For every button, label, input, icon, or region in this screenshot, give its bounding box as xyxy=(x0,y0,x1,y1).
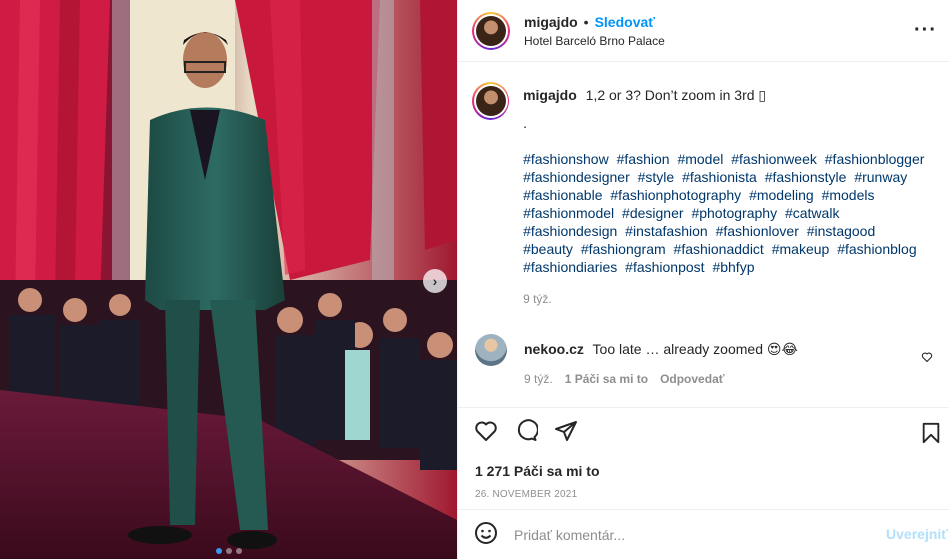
hashtag-link[interactable]: #fashionaddict xyxy=(674,241,764,257)
carousel-dot-1 xyxy=(215,548,222,554)
comment-icon[interactable] xyxy=(514,418,538,443)
add-comment-bar: Uverejniť xyxy=(458,509,949,559)
instagram-post: › migajdo • Sledovať Hotel Barceló Brno … xyxy=(0,0,949,559)
follow-button[interactable]: Sledovať xyxy=(595,14,655,30)
hashtag-link[interactable]: #fashionmodel xyxy=(523,205,614,221)
comment-heart-icon[interactable] xyxy=(921,350,933,366)
post-photo[interactable]: › xyxy=(0,0,457,559)
hashtag-link[interactable]: #fashiondesign xyxy=(523,223,617,239)
caption-time[interactable]: 9 týž. xyxy=(523,290,933,308)
runway-photo-illustration xyxy=(0,0,457,559)
hashtag-link[interactable]: #model xyxy=(677,151,723,167)
hashtag-link[interactable]: #fashionlover xyxy=(716,223,799,239)
post-comment-button[interactable]: Uverejniť xyxy=(886,526,948,542)
hashtag-link[interactable]: #photography xyxy=(691,205,777,221)
carousel-indicator xyxy=(0,548,457,554)
reply-button[interactable]: Odpovedať xyxy=(660,372,724,386)
location-link[interactable]: Hotel Barceló Brno Palace xyxy=(524,34,665,48)
hashtag-link[interactable]: #fashionphotography xyxy=(610,187,741,203)
hashtag-link[interactable]: #fashionshow xyxy=(523,151,609,167)
caption-dot: . xyxy=(523,115,527,131)
hashtag-link[interactable]: #fashionweek xyxy=(731,151,817,167)
share-icon[interactable] xyxy=(554,419,578,443)
hashtag-link[interactable]: #fashionblog xyxy=(837,241,916,257)
author-username[interactable]: migajdo xyxy=(524,14,578,30)
hashtag-link[interactable]: #runway xyxy=(854,169,907,185)
more-horizontal-icon[interactable]: ··· xyxy=(914,19,937,42)
comment-text: Too late … already zoomed 😍😂 xyxy=(592,341,798,357)
hashtag-link[interactable]: #instagood xyxy=(807,223,876,239)
caption-text: 1,2 or 3? Don’t zoom in 3rd ▯ xyxy=(585,87,767,103)
comment-input[interactable] xyxy=(514,526,854,543)
comment-time[interactable]: 9 týž. xyxy=(524,372,553,386)
hashtag-link[interactable]: #fashiondesigner xyxy=(523,169,630,185)
comment-item: nekoo.cz Too late … already zoomed 😍😂 9 … xyxy=(472,334,933,386)
heart-icon[interactable] xyxy=(474,419,498,443)
comments-area: migajdo 1,2 or 3? Don’t zoom in 3rd ▯ . … xyxy=(458,62,949,407)
hashtag-link[interactable]: #bhfyp xyxy=(712,259,754,275)
hashtag-link[interactable]: #instafashion xyxy=(625,223,708,239)
post-side-panel: migajdo • Sledovať Hotel Barceló Brno Pa… xyxy=(457,0,949,559)
hashtag-link[interactable]: #fashionpost xyxy=(625,259,704,275)
emoji-icon[interactable] xyxy=(474,521,498,548)
post-date: 26. NOVEMBER 2021 xyxy=(475,489,578,500)
action-bar xyxy=(458,407,949,453)
hashtag-link[interactable]: #fashionista xyxy=(682,169,757,185)
comment-username[interactable]: nekoo.cz xyxy=(524,341,584,357)
hashtag-link[interactable]: #fashiondiaries xyxy=(523,259,617,275)
likes-count[interactable]: 1 271 Páči sa mi to xyxy=(475,463,600,479)
caption-username[interactable]: migajdo xyxy=(523,87,577,103)
hashtag-link[interactable]: #beauty xyxy=(523,241,573,257)
hashtag-link[interactable]: #catwalk xyxy=(785,205,839,221)
hashtag-link[interactable]: #fashion xyxy=(617,151,670,167)
hashtag-link[interactable]: #fashionable xyxy=(523,187,602,203)
header-separator: • xyxy=(583,13,589,30)
avatar[interactable] xyxy=(472,11,510,50)
hashtag-link[interactable]: #makeup xyxy=(772,241,830,257)
hashtag-link[interactable]: #fashionstyle xyxy=(765,169,847,185)
post-header: migajdo • Sledovať Hotel Barceló Brno Pa… xyxy=(458,0,949,62)
hashtag-link[interactable]: #style xyxy=(638,169,675,185)
carousel-dot-3 xyxy=(235,548,242,554)
hashtag-link[interactable]: #fashionblogger xyxy=(825,151,925,167)
hashtag-link[interactable]: #designer xyxy=(622,205,684,221)
hashtag-link[interactable]: #fashiongram xyxy=(581,241,666,257)
caption: migajdo 1,2 or 3? Don’t zoom in 3rd ▯ . … xyxy=(472,82,933,308)
comment-avatar[interactable] xyxy=(475,334,507,366)
hashtag-link[interactable]: #modeling xyxy=(749,187,814,203)
caption-avatar[interactable] xyxy=(472,82,510,120)
comment-likes[interactable]: 1 Páči sa mi to xyxy=(565,372,648,386)
hashtag-list: #fashionshow #fashion #model #fashionwee… xyxy=(523,150,933,276)
chevron-right-icon[interactable]: › xyxy=(423,269,447,293)
carousel-dot-2 xyxy=(225,548,232,554)
hashtag-link[interactable]: #models xyxy=(822,187,875,203)
bookmark-icon[interactable] xyxy=(920,422,942,447)
